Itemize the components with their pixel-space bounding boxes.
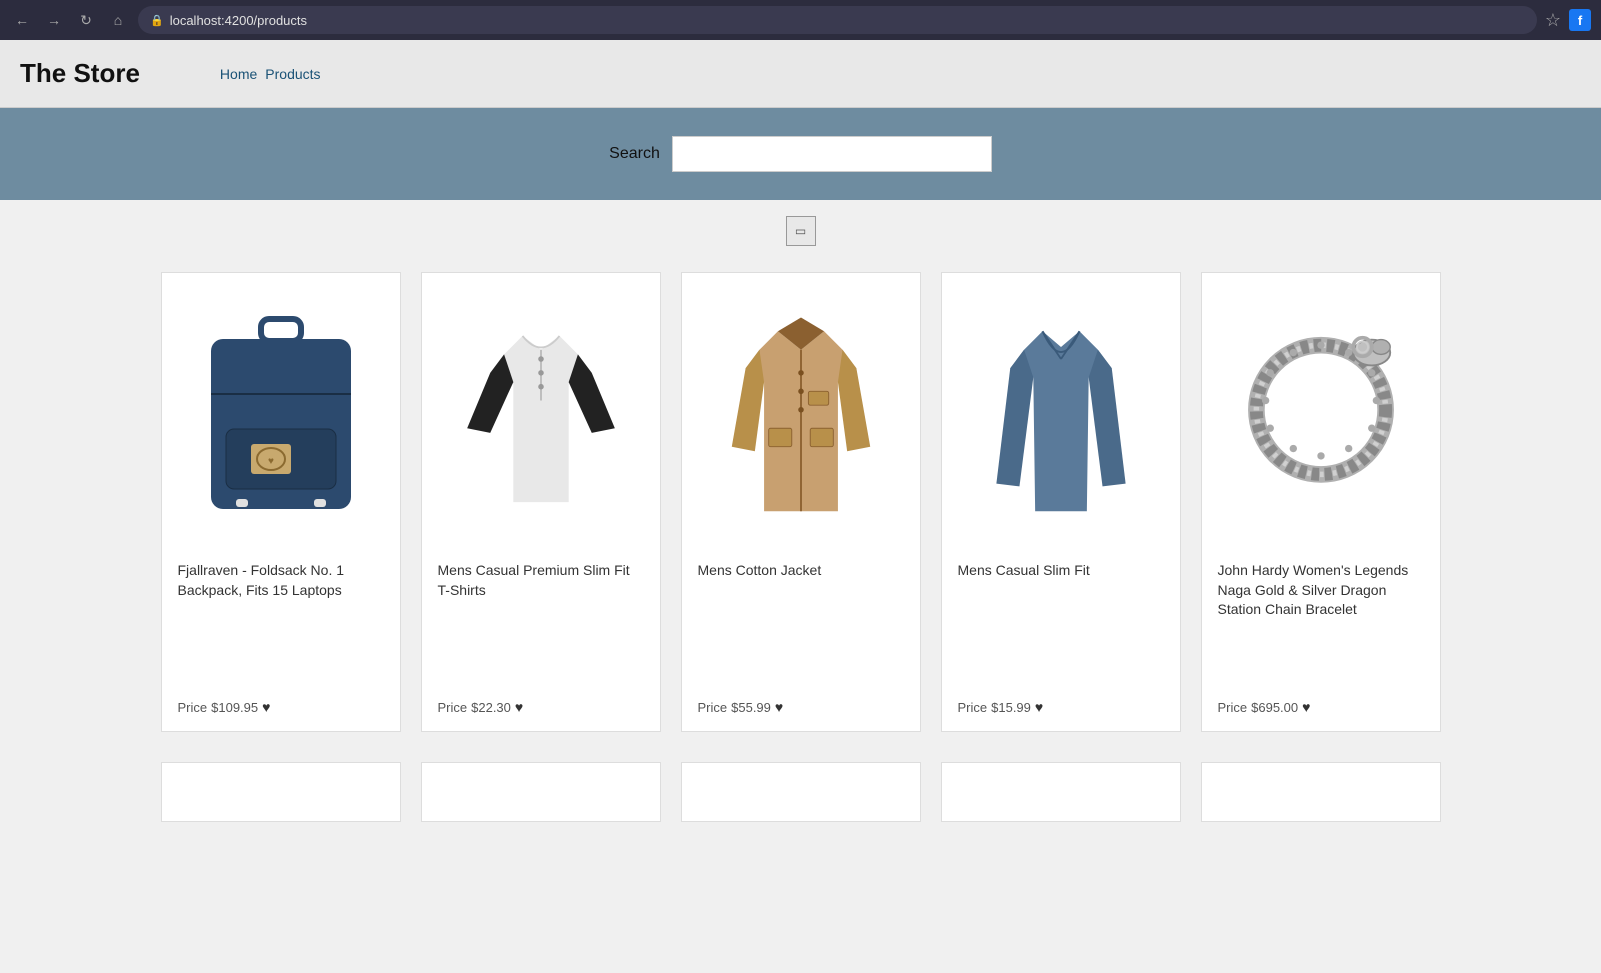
- price-label-1: Price: [178, 700, 208, 715]
- product-title-1: Fjallraven - Foldsack No. 1 Backpack, Fi…: [178, 561, 384, 620]
- home-button[interactable]: ⌂: [106, 8, 130, 32]
- product-image-3: [701, 299, 901, 539]
- back-button[interactable]: ←: [10, 8, 34, 32]
- wishlist-heart-4[interactable]: ♥: [1035, 699, 1043, 715]
- product-image-2: [441, 299, 641, 539]
- product-price-1: Price $109.95 ♥: [178, 699, 384, 715]
- wishlist-heart-3[interactable]: ♥: [775, 699, 783, 715]
- filter-area: ▭: [0, 200, 1601, 262]
- address-bar[interactable]: 🔒 localhost:4200/products: [138, 6, 1537, 34]
- price-label-2: Price: [438, 700, 468, 715]
- product-image-container-2: [438, 289, 644, 549]
- product-card-partial-2[interactable]: [421, 762, 661, 822]
- price-value-1: $109.95: [211, 700, 258, 715]
- browser-fb-icon: f: [1569, 9, 1591, 31]
- wishlist-heart-2[interactable]: ♥: [515, 699, 523, 715]
- price-value-4: $15.99: [991, 700, 1031, 715]
- product-card-partial-3[interactable]: [681, 762, 921, 822]
- search-input[interactable]: [672, 136, 992, 172]
- product-price-5: Price $695.00 ♥: [1218, 699, 1424, 715]
- product-title-5: John Hardy Women's Legends Naga Gold & S…: [1218, 561, 1424, 640]
- forward-button[interactable]: →: [42, 8, 66, 32]
- product-image-container-5: [1218, 289, 1424, 549]
- price-value-2: $22.30: [471, 700, 511, 715]
- product-card-partial-4[interactable]: [941, 762, 1181, 822]
- filter-button[interactable]: ▭: [786, 216, 816, 246]
- nav-links: Home Products: [220, 66, 321, 82]
- product-image-container-1: ♥: [178, 289, 384, 549]
- product-title-2: Mens Casual Premium Slim Fit T-Shirts: [438, 561, 644, 620]
- navbar: The Store Home Products: [0, 40, 1601, 108]
- nav-link-home[interactable]: Home: [220, 66, 257, 82]
- price-label-3: Price: [698, 700, 728, 715]
- product-image-4: [961, 299, 1161, 539]
- filter-icon: ▭: [795, 224, 806, 238]
- price-value-5: $695.00: [1251, 700, 1298, 715]
- svg-text:♥: ♥: [268, 456, 274, 467]
- product-card-5[interactable]: John Hardy Women's Legends Naga Gold & S…: [1201, 272, 1441, 732]
- reload-button[interactable]: ↻: [74, 8, 98, 32]
- wishlist-heart-1[interactable]: ♥: [262, 699, 270, 715]
- page-content: The Store Home Products Search ▭: [0, 40, 1601, 973]
- product-image-container-4: [958, 289, 1164, 549]
- product-title-3: Mens Cotton Jacket: [698, 561, 904, 601]
- product-card-partial-1[interactable]: [161, 762, 401, 822]
- products-grid-second-row: [0, 762, 1601, 832]
- product-image-container-3: [698, 289, 904, 549]
- product-title-4: Mens Casual Slim Fit: [958, 561, 1164, 601]
- url-text: localhost:4200/products: [170, 13, 307, 28]
- product-image-1: ♥: [181, 299, 381, 539]
- search-section: Search: [0, 108, 1601, 200]
- browser-chrome: ← → ↻ ⌂ 🔒 localhost:4200/products ☆ f: [0, 0, 1601, 40]
- product-card-3[interactable]: Mens Cotton Jacket Price $55.99 ♥: [681, 272, 921, 732]
- bookmark-star-icon[interactable]: ☆: [1545, 10, 1561, 31]
- wishlist-heart-5[interactable]: ♥: [1302, 699, 1310, 715]
- product-image-5: [1221, 299, 1421, 539]
- product-card-1[interactable]: ♥ Fjallraven - Foldsack No. 1 Backpack, …: [161, 272, 401, 732]
- brand-logo[interactable]: The Store: [20, 58, 140, 89]
- product-price-2: Price $22.30 ♥: [438, 699, 644, 715]
- price-label-5: Price: [1218, 700, 1248, 715]
- product-price-4: Price $15.99 ♥: [958, 699, 1164, 715]
- nav-link-products[interactable]: Products: [265, 66, 320, 82]
- price-value-3: $55.99: [731, 700, 771, 715]
- products-grid: ♥ Fjallraven - Foldsack No. 1 Backpack, …: [0, 262, 1601, 762]
- search-label: Search: [609, 145, 660, 163]
- lock-icon: 🔒: [150, 14, 164, 27]
- product-card-4[interactable]: Mens Casual Slim Fit Price $15.99 ♥: [941, 272, 1181, 732]
- product-price-3: Price $55.99 ♥: [698, 699, 904, 715]
- price-label-4: Price: [958, 700, 988, 715]
- product-card-partial-5[interactable]: [1201, 762, 1441, 822]
- product-card-2[interactable]: Mens Casual Premium Slim Fit T-Shirts Pr…: [421, 272, 661, 732]
